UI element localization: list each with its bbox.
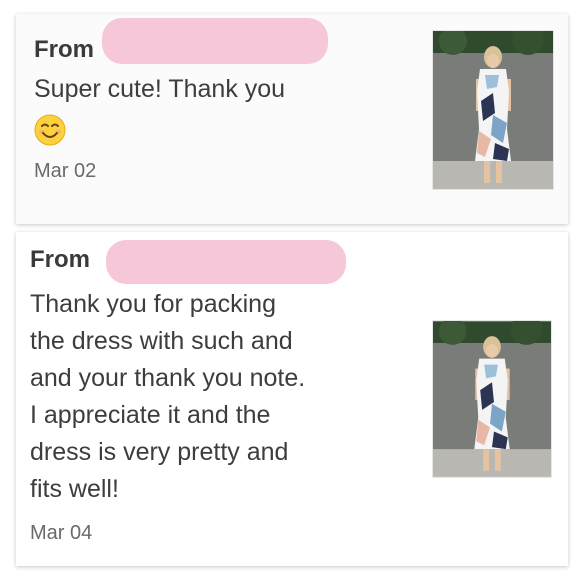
from-label: From (30, 246, 90, 273)
smiling-face-icon (34, 114, 66, 146)
review-card: From Super cute! Thank you Mar 02 (16, 14, 568, 224)
product-thumbnail[interactable] (432, 30, 554, 190)
review-message: Thank you for packing the dress with suc… (30, 290, 306, 503)
review-date: Mar 02 (34, 160, 97, 182)
review-card: From Thank you for packing the dress wit… (16, 232, 568, 566)
from-label: From (34, 36, 94, 63)
review-message: Super cute! Thank you (34, 75, 286, 103)
redacted-sender-name (106, 240, 346, 284)
product-photo-dress (433, 321, 551, 477)
review-date: Mar 04 (30, 522, 93, 544)
product-thumbnail[interactable] (432, 320, 552, 478)
product-photo-dress (433, 31, 553, 189)
redacted-sender-name (102, 18, 328, 64)
